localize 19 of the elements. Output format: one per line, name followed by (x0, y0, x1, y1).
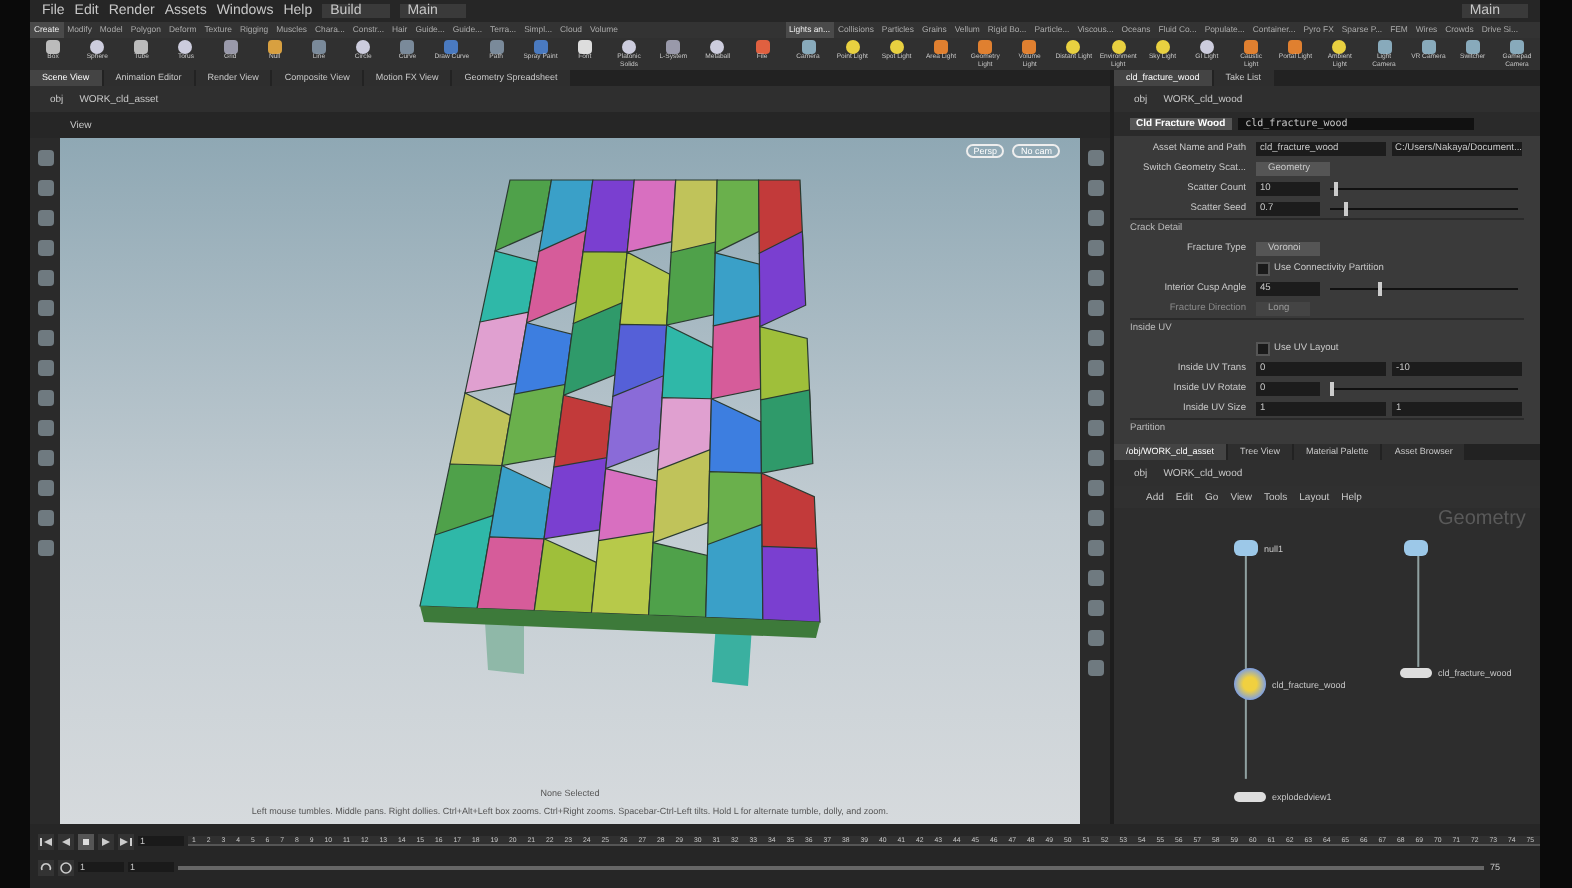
stop-button[interactable] (78, 833, 94, 849)
play-button[interactable] (98, 833, 114, 849)
checkbox[interactable] (1256, 342, 1270, 357)
circle-icon (356, 40, 371, 54)
checkbox[interactable] (1256, 262, 1270, 277)
clock-icon[interactable] (58, 859, 74, 875)
node[interactable] (1234, 668, 1266, 700)
play-reverse-button[interactable] (58, 833, 74, 849)
node[interactable] (1400, 668, 1432, 678)
slider-handle[interactable] (1333, 181, 1338, 196)
loop-icon[interactable] (38, 859, 54, 875)
null-node[interactable] (1234, 540, 1258, 556)
slider-handle[interactable] (1377, 281, 1381, 296)
skip-start-button[interactable] (38, 833, 54, 849)
node[interactable] (1234, 792, 1266, 802)
slider-handle[interactable] (1343, 201, 1348, 216)
null-node[interactable] (1404, 540, 1428, 556)
slider-handle[interactable] (1330, 381, 1334, 396)
skip-end-button[interactable] (118, 833, 134, 849)
